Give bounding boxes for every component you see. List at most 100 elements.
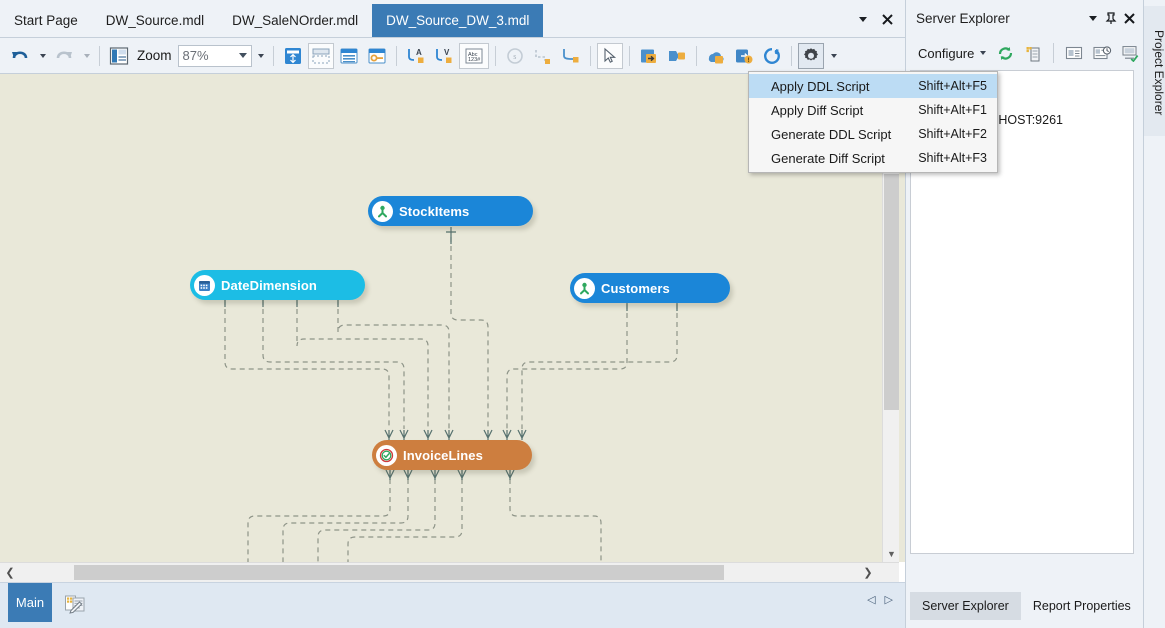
svg-text:s: s [513, 52, 516, 61]
history-icon[interactable] [1089, 41, 1115, 65]
toolbar-separator [1053, 43, 1054, 63]
configure-label: Configure [918, 46, 974, 61]
redo-icon[interactable] [51, 43, 77, 69]
diagram-node-invoicelines[interactable]: InvoiceLines [372, 440, 532, 470]
document-tab-label: DW_Source.mdl [106, 13, 204, 28]
route-curved-icon[interactable] [558, 43, 584, 69]
document-tab-start-page[interactable]: Start Page [0, 4, 92, 37]
toolbar-separator [791, 46, 792, 66]
node-label: Customers [601, 281, 684, 296]
fit-to-height-icon[interactable] [280, 43, 306, 69]
toolbar-separator [590, 46, 591, 66]
route-orthogonal-icon[interactable] [530, 43, 556, 69]
menu-item-apply-diff-script[interactable]: Apply Diff Script Shift+Alt+F1 [749, 98, 997, 122]
dock-tab-server-explorer[interactable]: Server Explorer [910, 592, 1021, 620]
diagram-node-stockitems[interactable]: StockItems [368, 196, 533, 226]
nav-next-icon[interactable]: ▷ [885, 593, 893, 606]
sheet-tab-label: Main [16, 595, 44, 610]
menu-item-shortcut: Shift+Alt+F3 [918, 151, 987, 165]
dock-tab-report-properties[interactable]: Report Properties [1021, 592, 1143, 620]
chevron-down-icon[interactable] [1084, 9, 1102, 27]
test-connection-icon[interactable] [1117, 41, 1143, 65]
menu-item-shortcut: Shift+Alt+F2 [918, 127, 987, 141]
document-tab-dw-salenorder[interactable]: DW_SaleNOrder.mdl [218, 4, 372, 37]
node-label: DateDimension [221, 278, 331, 293]
new-server-icon[interactable] [1020, 41, 1046, 65]
diagram-toolbar: Zoom 87% [0, 38, 905, 74]
zoom-dropdown-caret-icon[interactable] [253, 43, 267, 69]
canvas-horizontal-scrollbar[interactable]: ❮ ❯ [0, 562, 899, 582]
menu-item-label: Apply DDL Script [771, 79, 918, 94]
sheet-bar: Main ◁ ▷ [0, 582, 905, 628]
refresh-icon[interactable] [992, 41, 1018, 65]
sort-ascending-icon[interactable]: A [403, 43, 429, 69]
toolbar-separator [99, 46, 100, 66]
sort-descending-icon[interactable]: V [431, 43, 457, 69]
document-tab-label: DW_Source_DW_3.mdl [386, 13, 529, 28]
script-settings-icon[interactable] [798, 43, 824, 69]
zoom-combobox[interactable]: 87% [178, 45, 252, 67]
show-datatypes-icon[interactable]: Abc 123# [459, 43, 489, 69]
nav-prev-icon[interactable]: ◁ [867, 593, 875, 606]
vertical-scroll-thumb[interactable] [884, 174, 899, 410]
node-label: InvoiceLines [403, 448, 497, 463]
undo-icon[interactable] [7, 43, 33, 69]
toolbar-separator [396, 46, 397, 66]
toolbar-separator [629, 46, 630, 66]
diagram-node-datedimension[interactable]: DateDimension [190, 270, 365, 300]
show-key-columns-icon[interactable] [364, 43, 390, 69]
toolbar-separator [696, 46, 697, 66]
caret-down-icon[interactable] [980, 51, 986, 55]
sheet-tab-main[interactable]: Main [8, 583, 52, 622]
document-tab-bar: Start Page DW_Source.mdl DW_SaleNOrder.m… [0, 0, 905, 38]
import-model-icon[interactable] [703, 43, 729, 69]
zoom-value: 87% [183, 48, 239, 63]
script-settings-dropdown-caret-icon[interactable] [826, 43, 840, 69]
show-header-icon[interactable] [308, 43, 334, 69]
undo-dropdown-caret-icon[interactable] [35, 43, 49, 69]
horizontal-scroll-thumb[interactable] [74, 565, 724, 580]
document-tab-label: Start Page [14, 13, 78, 28]
layout-icon[interactable] [106, 43, 132, 69]
diagram-node-customers[interactable]: Customers [570, 273, 730, 303]
project-explorer-tab[interactable]: Project Explorer [1144, 6, 1165, 136]
svg-text:!: ! [747, 58, 749, 64]
refresh-model-icon[interactable] [759, 43, 785, 69]
show-all-columns-icon[interactable] [336, 43, 362, 69]
menu-item-apply-ddl-script[interactable]: Apply DDL Script Shift+Alt+F5 [749, 74, 997, 98]
add-sheet-icon[interactable] [62, 591, 88, 615]
node-label: StockItems [399, 204, 483, 219]
add-relationship-icon[interactable] [664, 43, 690, 69]
scroll-down-icon[interactable]: ▼ [883, 545, 900, 562]
add-table-icon[interactable] [636, 43, 662, 69]
document-tab-dw-source-dw-3[interactable]: DW_Source_DW_3.mdl [372, 4, 543, 37]
project-explorer-collapsed-tab-strip: Project Explorer [1143, 0, 1165, 628]
scroll-right-icon[interactable]: ❯ [858, 563, 878, 582]
chevron-down-icon[interactable] [855, 11, 871, 27]
configure-button[interactable]: Configure [914, 44, 990, 63]
sheet-nav-controls: ◁ ▷ [867, 593, 893, 606]
menu-item-generate-ddl-script[interactable]: Generate DDL Script Shift+Alt+F2 [749, 122, 997, 146]
document-tab-dw-source[interactable]: DW_Source.mdl [92, 4, 218, 37]
close-icon[interactable] [879, 11, 895, 27]
server-explorer-toolbar: Configure [906, 36, 1144, 70]
svg-text:A: A [416, 48, 422, 57]
menu-item-shortcut: Shift+Alt+F5 [918, 79, 987, 93]
close-icon[interactable] [1120, 9, 1138, 27]
show-relationship-icon[interactable]: s [502, 43, 528, 69]
zoom-label: Zoom [137, 48, 172, 63]
properties-icon[interactable] [1061, 41, 1087, 65]
fact-icon [376, 445, 397, 466]
redo-dropdown-caret-icon[interactable] [79, 43, 93, 69]
menu-item-shortcut: Shift+Alt+F1 [918, 103, 987, 117]
chevron-down-icon[interactable] [239, 53, 247, 58]
export-model-icon[interactable]: ! [731, 43, 757, 69]
pin-icon[interactable] [1102, 9, 1120, 27]
server-explorer-title-bar: Server Explorer [906, 0, 1144, 36]
menu-item-generate-diff-script[interactable]: Generate Diff Script Shift+Alt+F3 [749, 146, 997, 170]
pointer-tool-icon[interactable] [597, 43, 623, 69]
dimension-icon [574, 278, 595, 299]
scroll-left-icon[interactable]: ❮ [0, 563, 20, 582]
script-settings-dropdown-menu: Apply DDL Script Shift+Alt+F5 Apply Diff… [748, 71, 998, 173]
svg-text:123#: 123# [468, 57, 481, 63]
